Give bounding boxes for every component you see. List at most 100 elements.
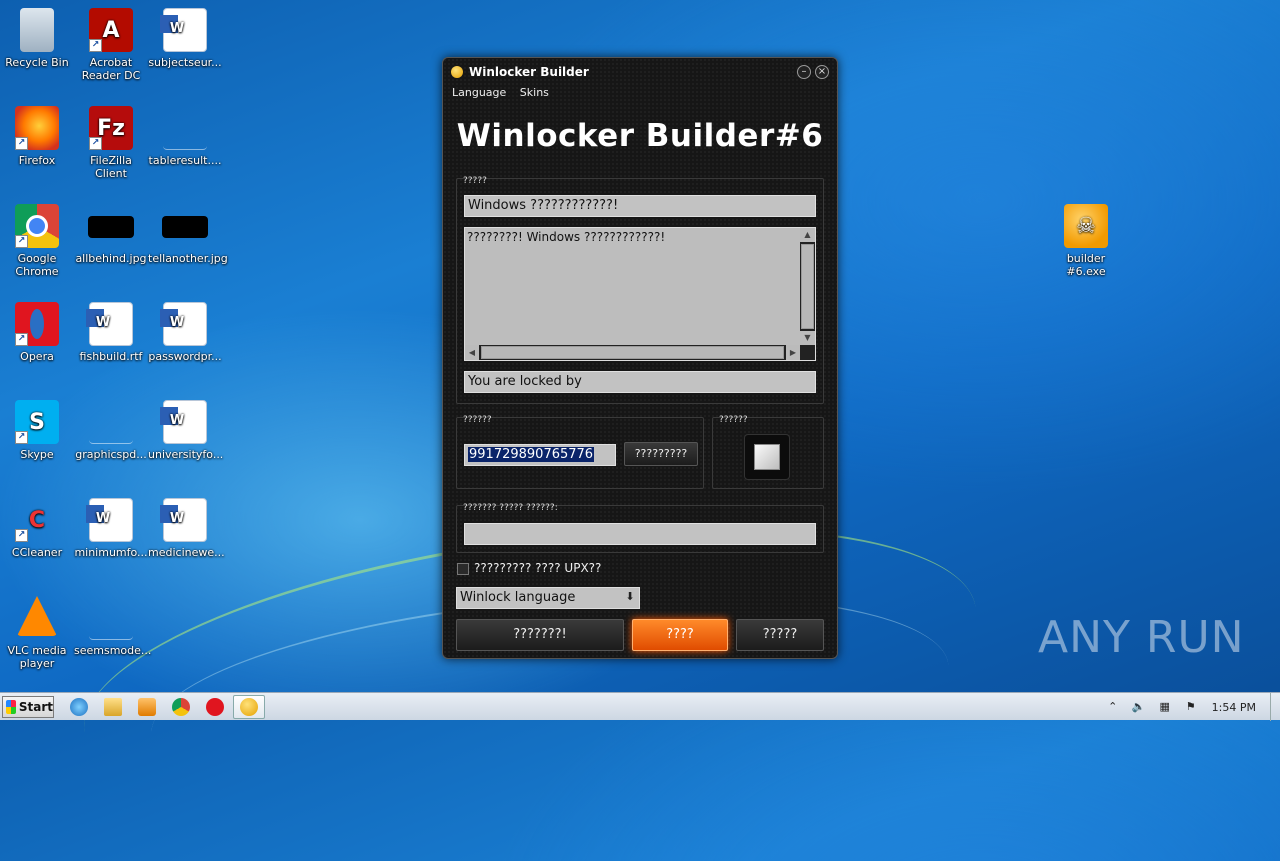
close-button[interactable]: × — [815, 65, 829, 79]
scroll-thumb[interactable] — [481, 346, 784, 359]
shortcut-arrow-icon: ↗ — [89, 137, 102, 150]
desktop-icon-allbehind[interactable]: allbehind.jpg — [74, 204, 148, 265]
unlock-code-value: 991729890765776 — [468, 447, 595, 462]
right-action-button[interactable]: ????? — [736, 619, 824, 651]
build-button[interactable]: ???? — [632, 619, 728, 651]
shortcut-arrow-icon: ↗ — [15, 333, 28, 346]
desktop-icon-passwordpr[interactable]: W passwordpr... — [148, 302, 222, 363]
word-document-icon: W — [160, 498, 207, 542]
desktop-icon-label: FileZilla Client — [90, 154, 132, 180]
desktop-icon-tableresult[interactable]: tableresult.... — [148, 106, 222, 167]
shortcut-arrow-icon: ↗ — [15, 137, 28, 150]
blank-file-icon — [89, 596, 133, 640]
choose-icon-button[interactable] — [744, 434, 790, 480]
generate-code-button[interactable]: ????????? — [624, 442, 698, 466]
desktop-icon-label: allbehind.jpg — [75, 252, 147, 265]
shortcut-arrow-icon: ↗ — [15, 235, 28, 248]
desktop-icon-label: Firefox — [18, 154, 56, 167]
desktop-icon-label: passwordpr... — [148, 350, 222, 363]
network-icon[interactable]: ▦ — [1158, 700, 1172, 714]
ie-taskbar-icon[interactable] — [70, 698, 88, 716]
image-thumbnail-icon — [162, 216, 208, 238]
start-button[interactable]: Start — [2, 696, 54, 718]
desktop-icon-filezilla[interactable]: Fz ↗ FileZilla Client — [74, 106, 148, 180]
desktop-icon-vlc[interactable]: VLC media player — [0, 596, 74, 670]
scroll-right-icon[interactable]: ▶ — [786, 345, 800, 360]
output-path-input[interactable] — [464, 523, 816, 545]
chevron-down-icon: ⬇ — [625, 590, 635, 603]
app-title-icon — [451, 66, 463, 78]
scroll-up-icon[interactable]: ▲ — [800, 228, 815, 242]
acrobat-icon: A ↗ — [89, 8, 133, 52]
explorer-taskbar-icon[interactable] — [104, 698, 122, 716]
word-document-icon: W — [86, 302, 133, 346]
word-document-icon: W — [160, 400, 207, 444]
desktop-icon-seemsmode[interactable]: seemsmode... — [74, 596, 151, 657]
desktop-icon-label: universityfo... — [148, 448, 224, 461]
desktop-icon-label: Acrobat Reader DC — [81, 56, 141, 82]
desktop-icon-medicinewe[interactable]: W medicinewe... — [148, 498, 225, 559]
desktop-icon-universityfo[interactable]: W universityfo... — [148, 400, 224, 461]
desktop-icon-label: tableresult.... — [148, 154, 222, 167]
anyrun-watermark: ANY RUN — [1038, 612, 1245, 663]
lock-message-textarea[interactable]: ????????! Windows ????????????! ▲ ▼ ◀ ▶ — [464, 227, 816, 361]
desktop-icon-label: Opera — [20, 350, 54, 363]
horizontal-scrollbar[interactable]: ◀ ▶ — [465, 345, 800, 360]
volume-icon[interactable]: 🔈 — [1132, 700, 1146, 714]
minimize-button[interactable]: – — [797, 65, 811, 79]
scroll-thumb[interactable] — [801, 244, 814, 329]
menu-skins[interactable]: Skins — [520, 86, 549, 99]
shortcut-arrow-icon: ↗ — [15, 529, 28, 542]
taskbar: Start ⌃ 🔈 ▦ ⚑ 1:54 PM — [0, 692, 1280, 721]
system-tray: ⌃ 🔈 ▦ ⚑ 1:54 PM — [1100, 693, 1280, 721]
window-titlebar[interactable]: Winlocker Builder – × — [443, 58, 837, 86]
desktop-icon-label: CCleaner — [11, 546, 63, 559]
window-title: Winlocker Builder — [469, 65, 589, 79]
ccleaner-icon: C ↗ — [15, 498, 59, 542]
taskbar-clock[interactable]: 1:54 PM — [1212, 701, 1256, 714]
opera-taskbar-icon[interactable] — [206, 698, 224, 716]
vlc-icon — [17, 596, 57, 636]
locked-by-input[interactable]: You are locked by — [464, 371, 816, 393]
desktop-icon-tellanother[interactable]: tellanother.jpg — [148, 204, 228, 265]
scrollbar-corner — [800, 345, 815, 360]
desktop-icon-acrobat[interactable]: A ↗ Acrobat Reader DC — [74, 8, 148, 82]
code-group: ?????? 991729890765776 ????????? — [456, 415, 704, 489]
left-action-button[interactable]: ???????! — [456, 619, 624, 651]
winlocker-taskbar-icon — [240, 698, 258, 716]
upx-checkbox[interactable] — [457, 563, 469, 575]
lock-title-input[interactable]: Windows ????????????! — [464, 195, 816, 217]
chrome-taskbar-icon[interactable] — [172, 698, 190, 716]
image-thumbnail-icon — [88, 216, 134, 238]
desktop-icon-graphicspd[interactable]: graphicspd... — [74, 400, 148, 461]
desktop-icon-ccleaner[interactable]: C ↗ CCleaner — [0, 498, 74, 559]
desktop-icon-skype[interactable]: S ↗ Skype — [0, 400, 74, 461]
unlock-code-input[interactable]: 991729890765776 — [464, 444, 616, 466]
desktop-icon-recycle-bin[interactable]: Recycle Bin — [0, 8, 74, 69]
icon-group: ?????? — [712, 415, 824, 489]
scroll-left-icon[interactable]: ◀ — [465, 345, 479, 360]
desktop-icon-label: Skype — [20, 448, 54, 461]
desktop-icon-subjectseur[interactable]: W subjectseur... — [148, 8, 222, 69]
desktop-icon-firefox[interactable]: ↗ Firefox — [0, 106, 74, 167]
path-group-label: ??????? ????? ??????: — [463, 503, 558, 513]
desktop-icon-fishbuild[interactable]: W fishbuild.rtf — [74, 302, 148, 363]
media-player-taskbar-icon[interactable] — [138, 698, 156, 716]
action-center-flag-icon[interactable]: ⚑ — [1184, 700, 1198, 714]
scroll-down-icon[interactable]: ▼ — [800, 331, 815, 345]
tray-expand-icon[interactable]: ⌃ — [1106, 700, 1120, 714]
menu-language[interactable]: Language — [452, 86, 506, 99]
desktop-icon-minimumfo[interactable]: W minimumfo... — [74, 498, 148, 559]
winlock-language-select[interactable]: Winlock language ⬇ — [456, 587, 640, 609]
recycle-bin-icon — [20, 8, 54, 52]
desktop-icon-label: Google Chrome — [15, 252, 59, 278]
shortcut-arrow-icon: ↗ — [15, 431, 28, 444]
firefox-icon: ↗ — [15, 106, 59, 150]
show-desktop-button[interactable] — [1270, 693, 1280, 721]
vertical-scrollbar[interactable]: ▲ ▼ — [800, 228, 815, 345]
desktop-icon-builder-exe[interactable]: ☠ builder #6.exe — [1049, 204, 1123, 278]
desktop-icon-opera[interactable]: ↗ Opera — [0, 302, 74, 363]
winlocker-taskbar-button[interactable] — [233, 695, 265, 719]
desktop-icon-chrome[interactable]: ↗ Google Chrome — [0, 204, 74, 278]
desktop-icon-label: tellanother.jpg — [148, 252, 228, 265]
